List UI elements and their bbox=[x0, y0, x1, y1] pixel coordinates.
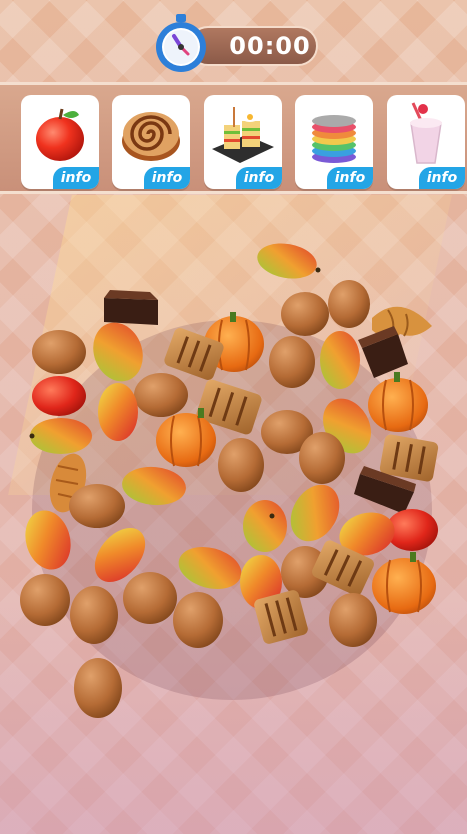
apple[interactable] bbox=[32, 376, 86, 416]
potato[interactable] bbox=[69, 484, 125, 528]
target-card-macaron-stack[interactable]: info bbox=[295, 95, 373, 189]
potato[interactable] bbox=[70, 586, 118, 644]
mango[interactable] bbox=[320, 331, 360, 389]
cinnamon-roll-icon bbox=[122, 112, 180, 161]
potato[interactable] bbox=[269, 336, 315, 388]
mango[interactable] bbox=[29, 418, 93, 454]
stopwatch-icon bbox=[156, 14, 206, 72]
potato[interactable] bbox=[328, 280, 370, 328]
potato[interactable] bbox=[281, 292, 329, 336]
food-pile bbox=[20, 239, 439, 718]
mango[interactable] bbox=[243, 500, 287, 552]
apple-icon bbox=[36, 108, 84, 161]
info-button[interactable]: info bbox=[419, 167, 465, 189]
mango[interactable] bbox=[98, 383, 138, 441]
target-card-cinnamon-roll[interactable]: info bbox=[112, 95, 190, 189]
timer-value: 00:00 bbox=[229, 32, 311, 60]
club-sandwich-icon bbox=[212, 107, 274, 163]
potato[interactable] bbox=[32, 330, 86, 374]
milkshake-icon bbox=[410, 102, 442, 164]
info-button[interactable]: info bbox=[53, 167, 99, 189]
target-shelf: info info info info info bbox=[0, 82, 467, 194]
info-button[interactable]: info bbox=[327, 167, 373, 189]
potato[interactable] bbox=[299, 432, 345, 484]
target-card-milkshake[interactable]: info bbox=[387, 95, 465, 189]
potato[interactable] bbox=[134, 373, 188, 417]
mango[interactable] bbox=[255, 239, 321, 283]
macaron-stack-icon bbox=[312, 115, 356, 163]
potato[interactable] bbox=[329, 593, 377, 647]
info-button[interactable]: info bbox=[236, 167, 282, 189]
target-card-club-sandwich[interactable]: info bbox=[204, 95, 282, 189]
chocolate-cake[interactable] bbox=[104, 290, 158, 325]
info-button[interactable]: info bbox=[144, 167, 190, 189]
target-card-apple[interactable]: info bbox=[21, 95, 99, 189]
timer: 00:00 bbox=[156, 14, 318, 72]
potato[interactable] bbox=[173, 592, 223, 648]
potato[interactable] bbox=[218, 438, 264, 492]
potato[interactable] bbox=[74, 658, 122, 718]
potato[interactable] bbox=[123, 572, 177, 624]
potato[interactable] bbox=[20, 574, 70, 626]
